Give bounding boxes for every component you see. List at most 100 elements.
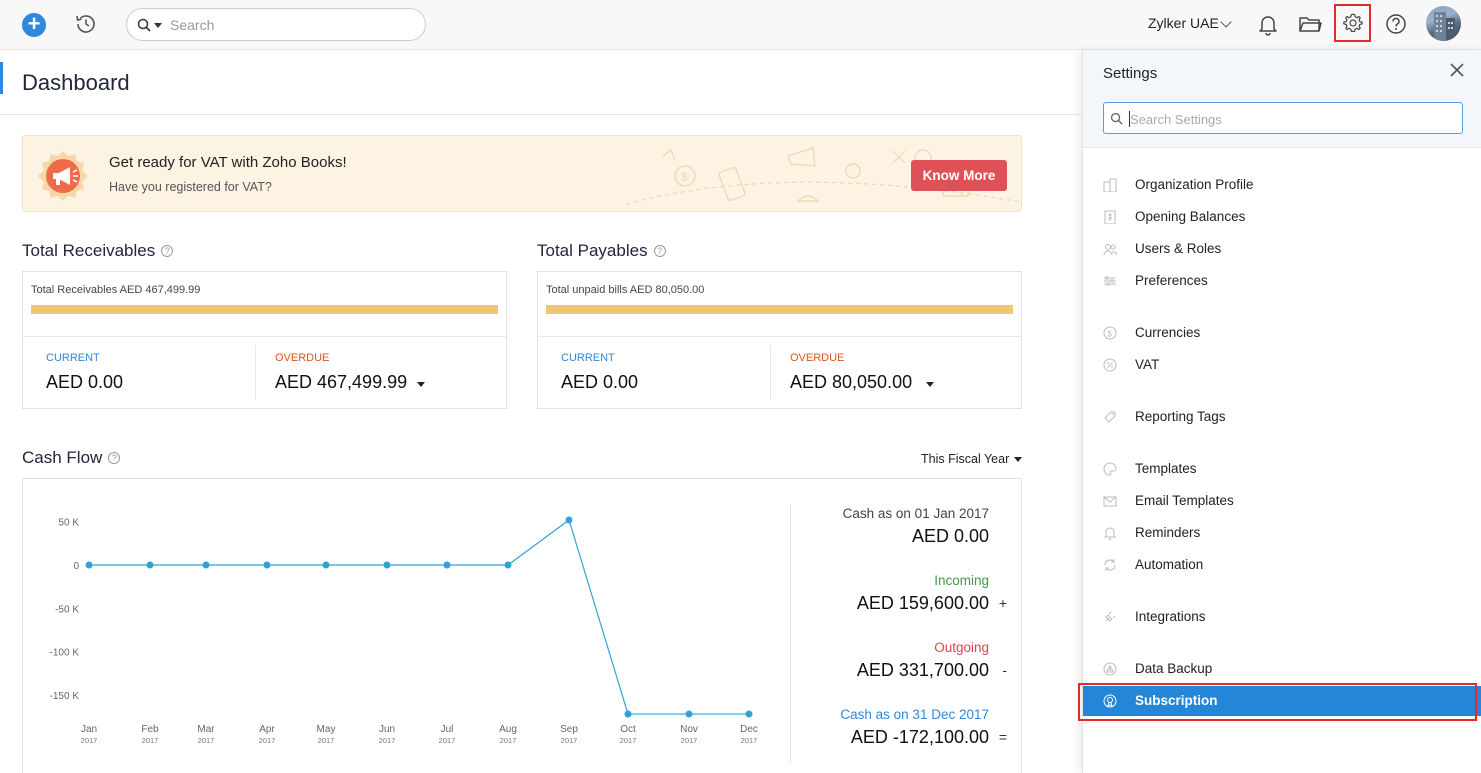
outgoing-sign: -: [1002, 662, 1007, 678]
opening-cash-label: Cash as on 01 Jan 2017: [842, 506, 989, 521]
opening-cash-amount: AED 0.00: [911, 526, 989, 546]
payables-caption: Total unpaid bills AED 80,050.00: [546, 284, 705, 296]
settings-item-reporting-tags[interactable]: Reporting Tags: [1083, 402, 1481, 432]
receivables-help-icon[interactable]: ?: [161, 245, 174, 257]
plug-icon: [1105, 611, 1116, 622]
settings-search-field[interactable]: Search Settings: [1103, 102, 1463, 134]
receivables-overdue-label: OVERDUE: [275, 352, 330, 364]
cashflow-series-line: [89, 518, 749, 715]
settings-item-label: Data Backup: [1135, 661, 1213, 676]
quick-create-button[interactable]: +: [22, 13, 46, 37]
settings-item-label: Preferences: [1135, 273, 1208, 288]
chevron-down-icon[interactable]: [1220, 16, 1232, 28]
data-point[interactable]: [202, 561, 210, 569]
payables-overdue-caret-icon[interactable]: [926, 382, 934, 387]
settings-search-input[interactable]: Search Settings: [1130, 112, 1222, 127]
receivables-overdue-amount[interactable]: AED 467,499.99: [275, 372, 407, 393]
settings-item-organization-profile[interactable]: Organization Profile: [1083, 170, 1481, 200]
data-point[interactable]: [85, 561, 93, 569]
search-input[interactable]: Search: [170, 17, 214, 33]
settings-item-label: Reminders: [1135, 525, 1201, 540]
data-point[interactable]: [624, 710, 632, 718]
y-tick-label: 0: [73, 561, 79, 572]
know-more-button[interactable]: Know More: [911, 160, 1007, 191]
settings-item-currencies[interactable]: $ Currencies: [1083, 318, 1481, 348]
data-point[interactable]: [443, 561, 451, 569]
payables-overdue-amount[interactable]: AED 80,050.00: [790, 372, 912, 393]
cashflow-help-icon[interactable]: ?: [108, 452, 121, 464]
user-avatar[interactable]: [1426, 6, 1461, 41]
gear-icon[interactable]: [1342, 12, 1364, 34]
x-tick-label: Jun: [379, 724, 395, 735]
folder-icon[interactable]: [1297, 11, 1323, 37]
settings-item-preferences[interactable]: Preferences: [1083, 266, 1481, 296]
settings-item-label: Templates: [1135, 461, 1197, 476]
card-column-divider: [770, 345, 771, 400]
settings-item-users-roles[interactable]: Users & Roles: [1083, 234, 1481, 264]
data-point[interactable]: [745, 710, 753, 718]
organization-switcher[interactable]: Zylker UAE: [1148, 15, 1219, 31]
svg-text:$: $: [1108, 330, 1113, 339]
cashflow-divider: [790, 504, 791, 764]
palette-icon: [1103, 462, 1117, 476]
data-point[interactable]: [383, 561, 391, 569]
notification-bell-icon[interactable]: [1255, 11, 1281, 37]
settings-item-reminders[interactable]: Reminders: [1083, 518, 1481, 548]
backup-icon: [1103, 662, 1117, 676]
tag-icon: [1104, 411, 1116, 423]
settings-item-vat[interactable]: VAT: [1083, 350, 1481, 380]
outgoing-amount: AED 331,700.00: [856, 660, 989, 680]
x-tick-sublabel: 2017: [198, 736, 215, 745]
data-point[interactable]: [565, 516, 573, 524]
cashflow-section-title: Cash Flow?: [22, 448, 121, 468]
settings-item-label: Users & Roles: [1135, 241, 1222, 256]
bell-icon: [1103, 527, 1117, 540]
data-point[interactable]: [146, 561, 154, 569]
currency-icon: $: [1103, 326, 1117, 340]
data-point[interactable]: [685, 710, 693, 718]
recent-history-icon[interactable]: [74, 12, 98, 36]
x-tick-sublabel: 2017: [259, 736, 276, 745]
receivables-section-title: Total Receivables?: [22, 241, 174, 261]
period-selector[interactable]: This Fiscal Year: [921, 452, 1009, 466]
payables-title: Total Payables: [537, 241, 648, 260]
percent-icon: [1103, 358, 1117, 372]
help-icon[interactable]: [1383, 11, 1409, 37]
receivables-current-amount: AED 0.00: [46, 372, 124, 392]
card-divider: [538, 336, 1021, 337]
subscription-highlight: [1078, 683, 1477, 721]
settings-item-opening-balances[interactable]: Opening Balances: [1083, 202, 1481, 232]
settings-item-automation[interactable]: Automation: [1083, 550, 1481, 580]
x-tick-label: May: [317, 724, 336, 735]
y-tick-label: 50 K: [58, 518, 79, 529]
global-search[interactable]: Search: [126, 8, 426, 41]
settings-gear-highlight[interactable]: [1334, 4, 1371, 42]
closing-sign: =: [998, 729, 1007, 745]
cashflow-chart: 50 K0-50 K-100 K-150 KJan2017Feb2017Mar2…: [50, 516, 758, 745]
page-accent-bar: [0, 62, 3, 94]
close-icon[interactable]: [1449, 62, 1465, 78]
data-point[interactable]: [322, 561, 330, 569]
incoming-sign: +: [998, 595, 1007, 611]
settings-item-templates[interactable]: Templates: [1083, 454, 1481, 484]
payables-help-icon[interactable]: ?: [653, 245, 666, 257]
data-point[interactable]: [263, 561, 271, 569]
search-filter-caret-icon[interactable]: [154, 23, 162, 28]
settings-item-email-templates[interactable]: Email Templates: [1083, 486, 1481, 516]
settings-header: Settings Search Settings: [1083, 50, 1481, 148]
closing-cash-block: Cash as on 31 Dec 2017 AED -172,100.00: [840, 707, 989, 748]
x-tick-label: Jan: [81, 724, 97, 735]
search-icon: [137, 18, 151, 32]
incoming-label: Incoming: [934, 573, 989, 588]
settings-item-data-backup[interactable]: Data Backup: [1083, 654, 1481, 684]
settings-item-label: Automation: [1135, 557, 1204, 572]
data-point[interactable]: [504, 561, 512, 569]
period-caret-icon[interactable]: [1014, 457, 1022, 462]
building-icon: [1103, 178, 1117, 192]
megaphone-badge-icon: [38, 151, 88, 201]
settings-item-integrations[interactable]: Integrations: [1083, 602, 1481, 632]
receivables-overdue-caret-icon[interactable]: [417, 382, 425, 387]
settings-item-label: Currencies: [1135, 325, 1201, 340]
settings-item-label: Opening Balances: [1135, 209, 1246, 224]
avatar-building-image: [1434, 12, 1455, 41]
